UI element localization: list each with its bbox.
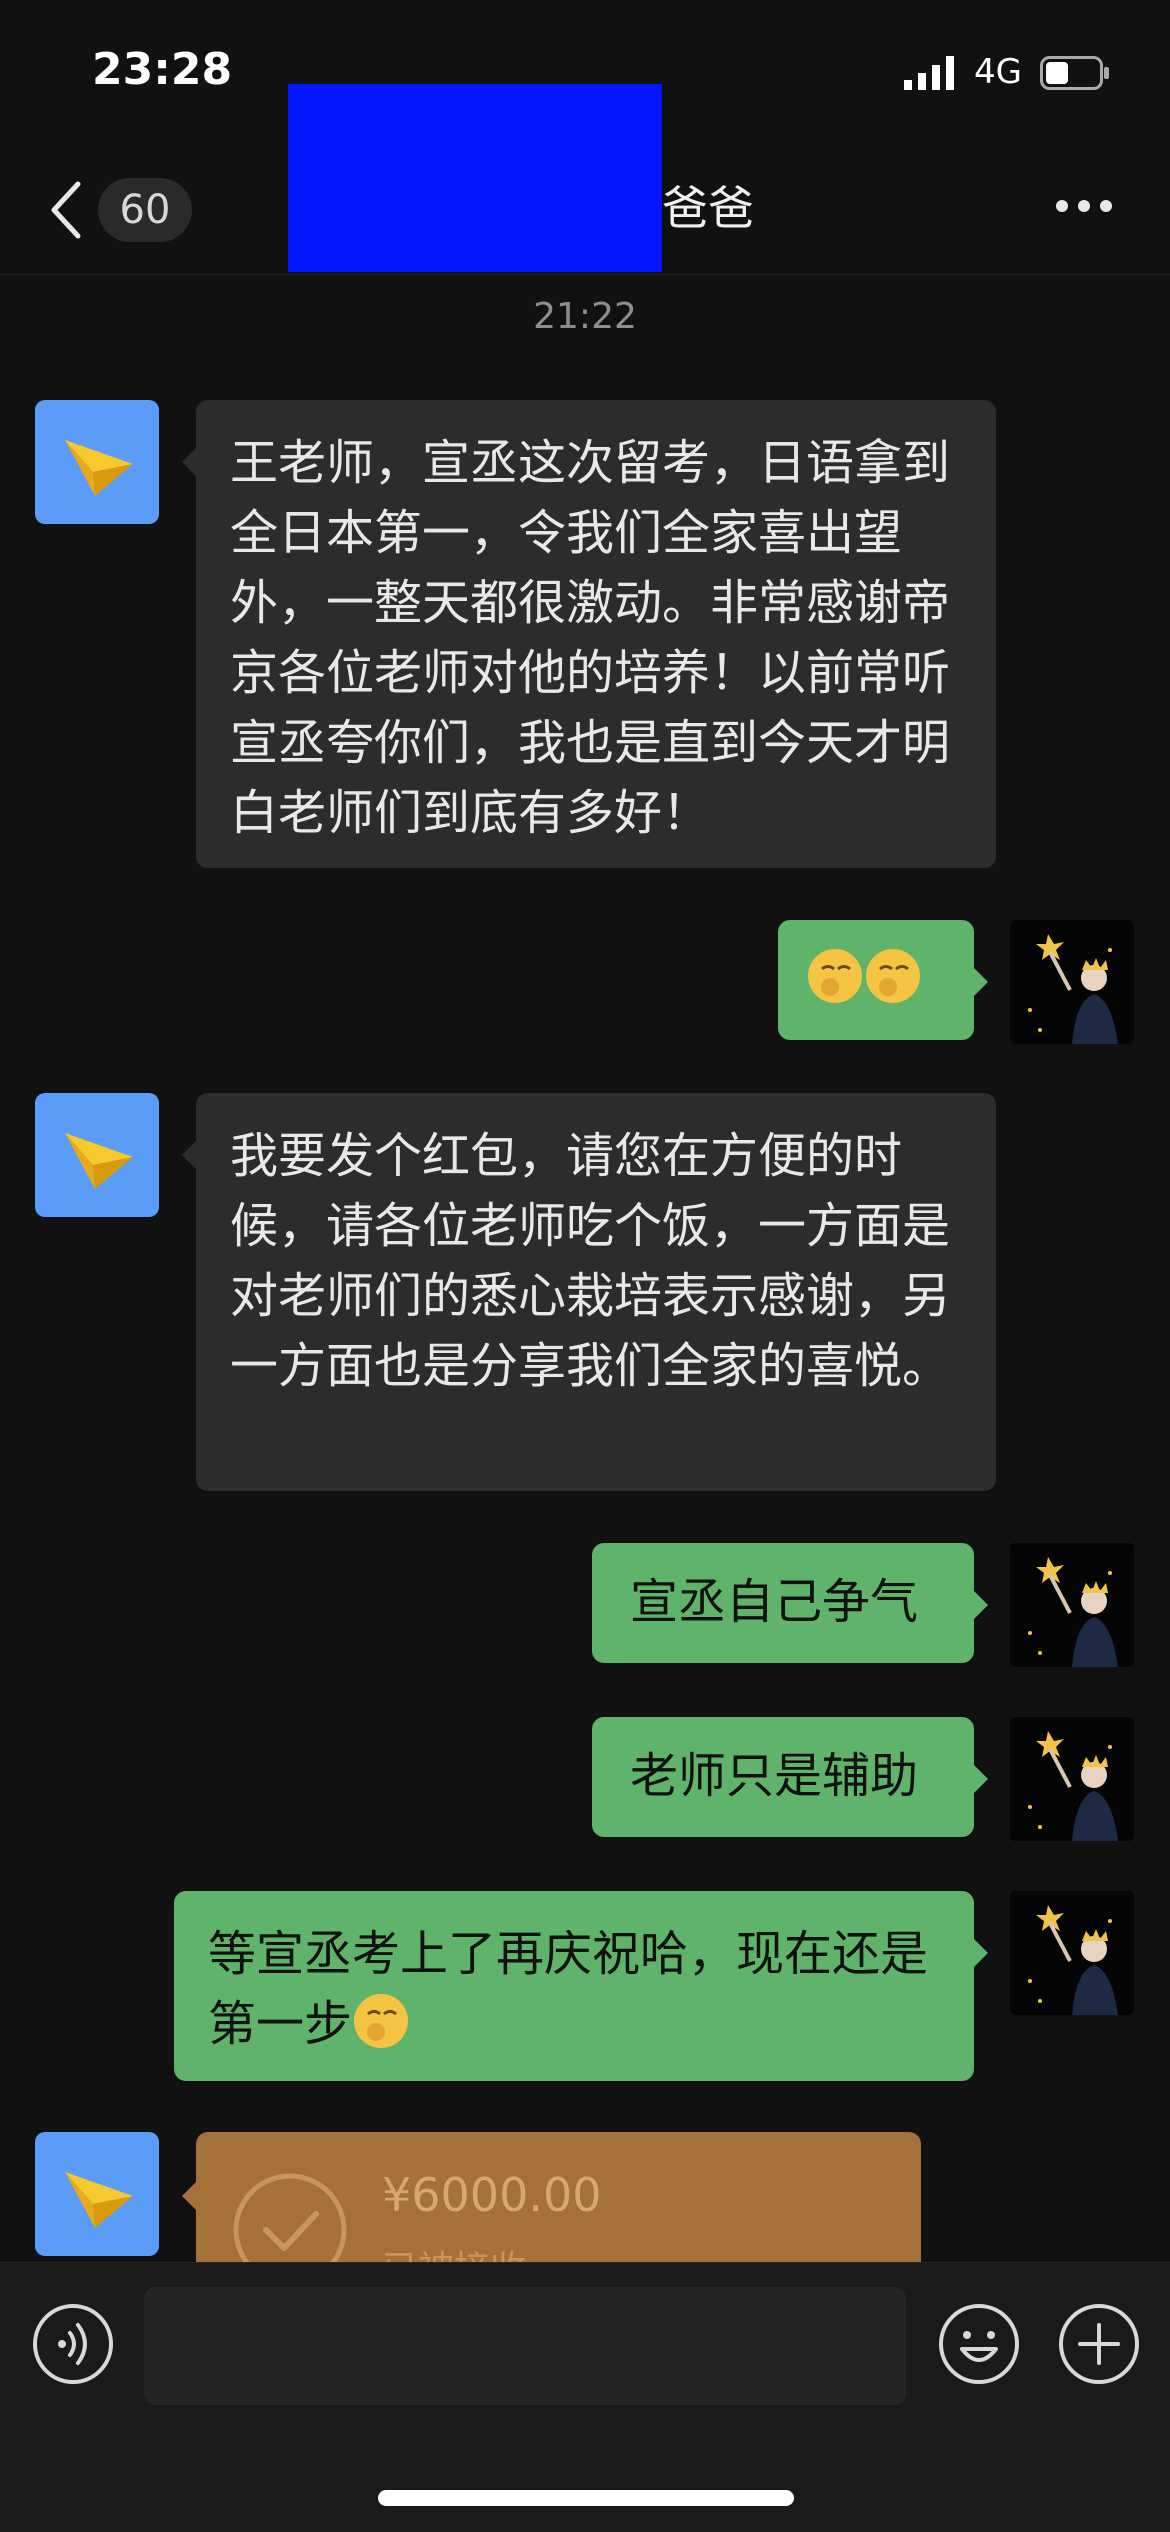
message-text: 我要发个红包，请您在方便的时候，请各位老师吃个饭，一方面是对老师们的悉心栽培表示… — [230, 1128, 951, 1394]
message-text: 老师只是辅助 — [630, 1748, 919, 1804]
smirk-face-emoji — [808, 949, 862, 1003]
back-chevron-icon[interactable] — [46, 178, 86, 242]
message-input[interactable] — [144, 2287, 906, 2405]
received-check-icon — [233, 2173, 347, 2272]
message-bubble-outgoing[interactable]: 等宣丞考上了再庆祝哈，现在还是第一步 — [174, 1891, 988, 2081]
sender-avatar[interactable] — [35, 1093, 159, 1217]
emoji-picker-icon[interactable] — [938, 2303, 1020, 2385]
my-avatar[interactable] — [1010, 1717, 1134, 1841]
chat-title: 爸爸 — [662, 181, 754, 235]
paper-plane-icon — [65, 1133, 133, 1189]
my-avatar[interactable] — [1010, 1891, 1134, 2015]
message-text: 王老师，宣丞这次留考，日语拿到全日本第一，令我们全家喜出望外，一整天都很激动。非… — [230, 435, 951, 841]
home-indicator[interactable] — [378, 2490, 794, 2506]
message-bubble-outgoing[interactable]: 老师只是辅助 — [592, 1717, 988, 1837]
plus-icon[interactable] — [1058, 2303, 1140, 2385]
message-text: 宣丞自己争气 — [630, 1574, 919, 1630]
status-time: 23:28 — [92, 44, 233, 95]
my-avatar[interactable] — [1010, 1543, 1134, 1667]
more-options-icon[interactable] — [1054, 194, 1114, 218]
red-packet-tail — [182, 2182, 196, 2210]
voice-input-icon[interactable] — [32, 2303, 114, 2385]
message-bubble-incoming[interactable]: 王老师，宣丞这次留考，日语拿到全日本第一，令我们全家喜出望外，一整天都很激动。非… — [182, 400, 996, 868]
message-bubble-incoming[interactable]: 我要发个红包，请您在方便的时候，请各位老师吃个饭，一方面是对老师们的悉心栽培表示… — [182, 1093, 996, 1491]
message-bubble-outgoing[interactable]: 宣丞自己争气 — [592, 1543, 988, 1663]
smirk-face-emoji — [866, 949, 920, 1003]
signal-icon — [904, 56, 954, 90]
sender-avatar[interactable] — [35, 400, 159, 524]
network-type: 4G — [974, 52, 1022, 92]
girl-with-star-icon — [1010, 920, 1134, 1044]
message-bubble-outgoing[interactable] — [778, 920, 988, 1040]
paper-plane-icon — [65, 440, 133, 496]
paper-plane-icon — [65, 2172, 133, 2228]
unread-count-badge[interactable]: 60 — [98, 178, 192, 242]
smirk-face-emoji — [354, 1994, 409, 2048]
sender-avatar[interactable] — [35, 2132, 159, 2256]
girl-with-star-icon — [1010, 1891, 1134, 2015]
my-avatar[interactable] — [1010, 920, 1134, 1044]
girl-with-star-icon — [1010, 1717, 1134, 1841]
message-text: 等宣丞考上了再庆祝哈，现在还是第一步 — [208, 1926, 929, 2052]
redaction-block — [288, 84, 662, 272]
battery-icon — [1040, 56, 1109, 90]
girl-with-star-icon — [1010, 1543, 1134, 1667]
red-packet-card[interactable]: ¥6000.00 已被接收 — [196, 2132, 921, 2272]
red-packet-amount: ¥6000.00 — [382, 2168, 602, 2222]
message-timestamp: 21:22 — [533, 296, 637, 337]
